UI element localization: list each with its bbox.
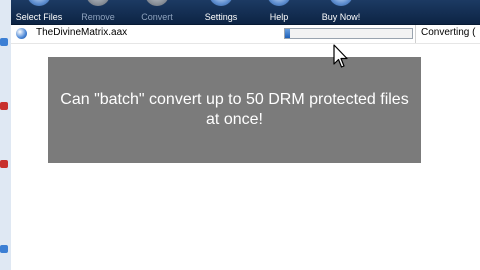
- remove-label: Remove: [81, 12, 115, 22]
- progress-fill: [285, 29, 291, 38]
- promo-overlay: Can "batch" convert up to 50 DRM protect…: [48, 57, 421, 163]
- gear-icon: [209, 0, 233, 6]
- list-item[interactable]: TheDivineMatrix.aax Converting (: [11, 25, 480, 44]
- folder-icon: [27, 0, 51, 6]
- buy-now-label: Buy Now!: [321, 12, 361, 22]
- select-files-button[interactable]: Select Files: [11, 0, 67, 24]
- select-files-label: Select Files: [15, 12, 63, 22]
- column-divider: [415, 25, 416, 43]
- conversion-progress-bar: [284, 28, 413, 39]
- help-button[interactable]: Help: [259, 0, 299, 24]
- settings-label: Settings: [204, 12, 238, 22]
- convert-label: Convert: [141, 12, 173, 22]
- buy-now-button[interactable]: Buy Now!: [313, 0, 369, 24]
- window-icon: [0, 38, 8, 46]
- mouse-cursor-icon: [333, 44, 348, 68]
- promo-caption: Can "batch" convert up to 50 DRM protect…: [60, 91, 409, 128]
- help-label: Help: [269, 12, 289, 22]
- remove-button[interactable]: Remove: [73, 0, 123, 24]
- window-icon: [0, 102, 8, 110]
- convert-icon: [145, 0, 169, 6]
- audio-file-icon: [16, 28, 27, 39]
- window-icon: [0, 245, 8, 253]
- file-name: TheDivineMatrix.aax: [36, 27, 128, 38]
- help-icon: [267, 0, 291, 6]
- status-text: Converting (: [421, 27, 476, 38]
- convert-button[interactable]: Convert: [131, 0, 183, 24]
- main-toolbar: Select Files Remove Convert Settings Hel…: [11, 0, 480, 25]
- settings-button[interactable]: Settings: [195, 0, 247, 24]
- remove-icon: [86, 0, 110, 6]
- window-icon: [0, 160, 8, 168]
- cart-icon: [329, 0, 353, 6]
